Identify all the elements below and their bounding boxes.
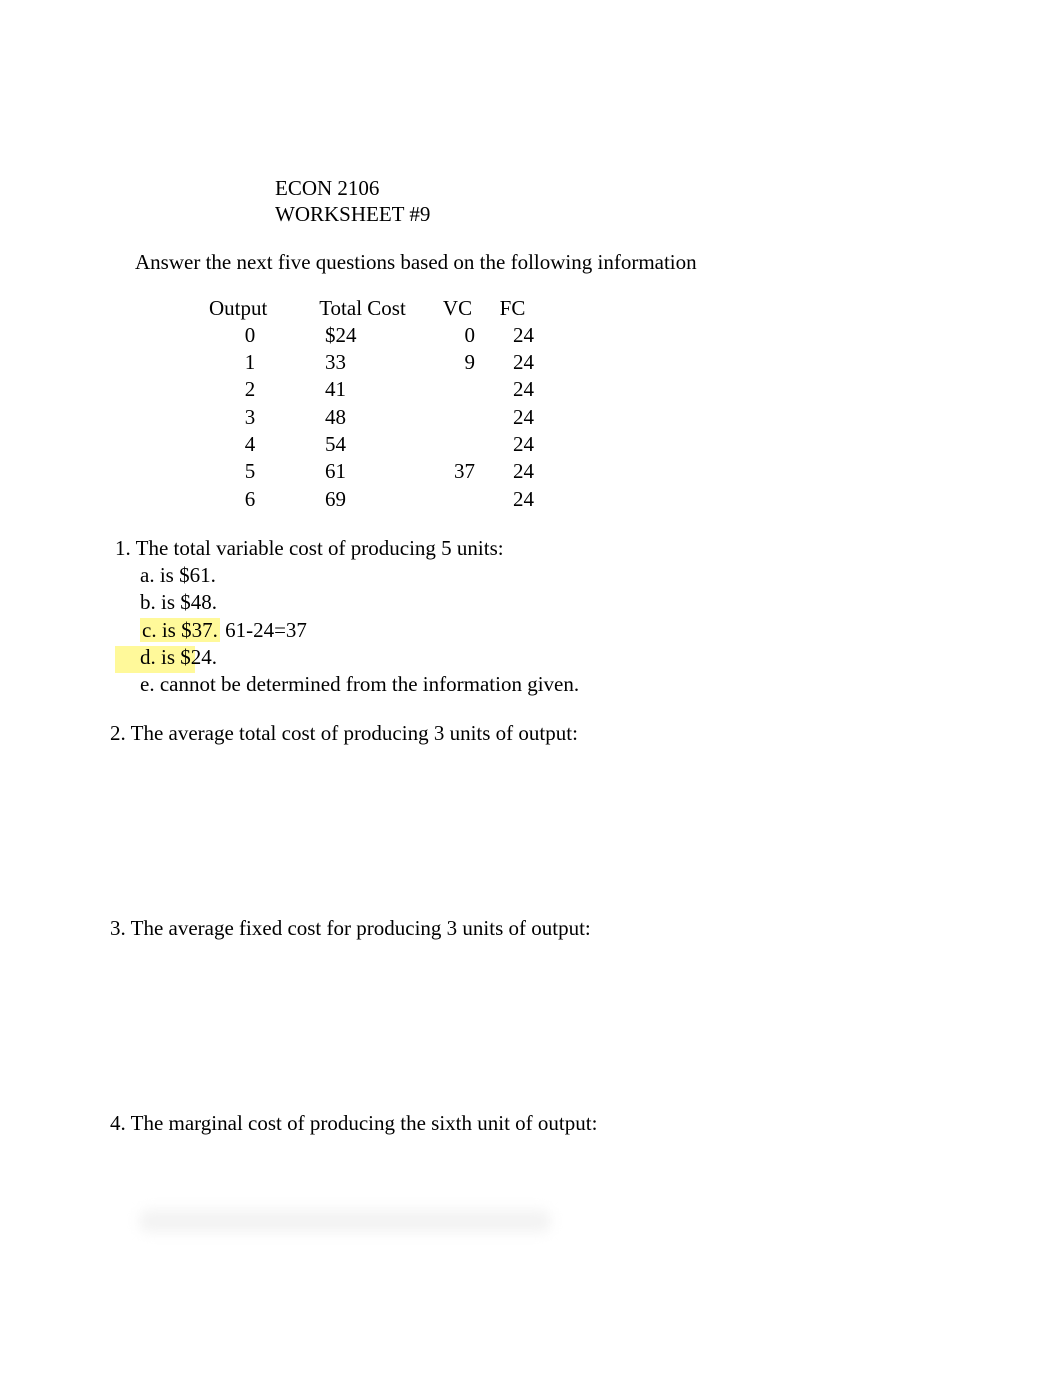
cell-tc: 33 xyxy=(295,349,430,376)
q1-number: 1. xyxy=(115,536,131,560)
q1-stem: The total variable cost of producing 5 u… xyxy=(131,536,504,560)
cell-fc: 24 xyxy=(485,376,540,403)
q3-stem: The average fixed cost for producing 3 u… xyxy=(126,916,591,940)
col-vc: VC xyxy=(430,295,485,322)
q4-stem: The marginal cost of producing the sixth… xyxy=(126,1111,598,1135)
course-code: ECON 2106 xyxy=(275,175,952,201)
cost-table: Output Total Cost VC FC 0 $24 0 24 1 33 … xyxy=(205,295,952,513)
cell-tc: $24 xyxy=(295,322,430,349)
table-row: 3 48 24 xyxy=(205,404,540,431)
cell-fc: 24 xyxy=(485,322,540,349)
instructions-text: Answer the next five questions based on … xyxy=(135,250,952,275)
table-header-row: Output Total Cost VC FC xyxy=(205,295,540,322)
table-row: 6 69 24 xyxy=(205,486,540,513)
cell-fc: 24 xyxy=(485,349,540,376)
col-output: Output xyxy=(205,295,295,322)
question-3: 3. The average fixed cost for producing … xyxy=(110,916,952,941)
document-header: ECON 2106 WORKSHEET #9 xyxy=(275,175,952,228)
q2-stem: The average total cost of producing 3 un… xyxy=(126,721,578,745)
col-fc: FC xyxy=(485,295,540,322)
cell-output: 2 xyxy=(205,376,295,403)
cell-vc: 0 xyxy=(430,322,485,349)
cell-tc: 54 xyxy=(295,431,430,458)
cell-output: 5 xyxy=(205,458,295,485)
cell-output: 6 xyxy=(205,486,295,513)
cell-vc xyxy=(430,486,485,513)
cell-tc: 48 xyxy=(295,404,430,431)
q4-number: 4. xyxy=(110,1111,126,1135)
cell-fc: 24 xyxy=(485,431,540,458)
cell-fc: 24 xyxy=(485,404,540,431)
q3-number: 3. xyxy=(110,916,126,940)
question-2: 2. The average total cost of producing 3… xyxy=(110,721,952,746)
q1-option-e: e. cannot be determined from the informa… xyxy=(140,671,952,698)
table-row: 0 $24 0 24 xyxy=(205,322,540,349)
q1-option-c-highlighted: c. is $37. xyxy=(140,618,220,642)
cell-vc: 9 xyxy=(430,349,485,376)
worksheet-page: ECON 2106 WORKSHEET #9 Answer the next f… xyxy=(0,0,1062,1136)
cell-fc: 24 xyxy=(485,486,540,513)
cell-output: 0 xyxy=(205,322,295,349)
question-1: 1. The total variable cost of producing … xyxy=(115,535,952,699)
table-row: 5 61 37 24 xyxy=(205,458,540,485)
q1-option-c-row: c. is $37. 61-24=37 xyxy=(140,617,952,644)
q2-number: 2. xyxy=(110,721,126,745)
cell-output: 3 xyxy=(205,404,295,431)
col-total-cost: Total Cost xyxy=(295,295,430,322)
q1-option-a: a. is $61. xyxy=(140,562,952,589)
table-row: 2 41 24 xyxy=(205,376,540,403)
cell-fc: 24 xyxy=(485,458,540,485)
blurred-region xyxy=(140,1210,550,1232)
cell-vc: 37 xyxy=(430,458,485,485)
q1-option-c-work: 61-24=37 xyxy=(220,618,307,642)
question-4: 4. The marginal cost of producing the si… xyxy=(110,1111,952,1136)
cell-output: 4 xyxy=(205,431,295,458)
q1-option-b: b. is $48. xyxy=(140,589,952,616)
q1-option-d: d. is $24. xyxy=(140,644,952,671)
cell-vc xyxy=(430,404,485,431)
cell-tc: 61 xyxy=(295,458,430,485)
cell-vc xyxy=(430,431,485,458)
table-row: 4 54 24 xyxy=(205,431,540,458)
worksheet-number: WORKSHEET #9 xyxy=(275,201,952,227)
cell-tc: 41 xyxy=(295,376,430,403)
cell-tc: 69 xyxy=(295,486,430,513)
cell-output: 1 xyxy=(205,349,295,376)
table-row: 1 33 9 24 xyxy=(205,349,540,376)
cell-vc xyxy=(430,376,485,403)
